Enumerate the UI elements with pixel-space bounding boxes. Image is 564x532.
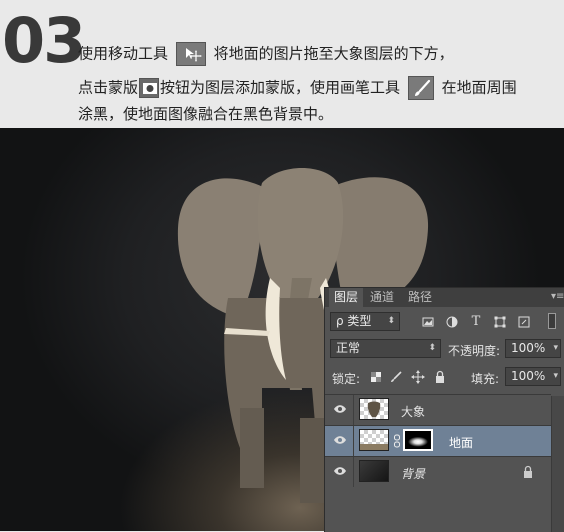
lock-all-icon[interactable] xyxy=(433,370,447,384)
eye-icon xyxy=(334,467,346,475)
updown-arrows-icon: ⬍ xyxy=(387,316,395,326)
instruction-text: 在地面周围 xyxy=(441,78,517,97)
updown-arrows-icon: ⬍ xyxy=(428,343,436,353)
filter-smart-object-icon[interactable] xyxy=(517,315,531,329)
brush-tool-icon xyxy=(407,76,434,100)
visibility-toggle[interactable] xyxy=(325,395,354,425)
filter-pixel-icon[interactable] xyxy=(421,315,435,329)
blend-mode-dropdown[interactable]: 正常 ⬍ xyxy=(330,339,441,358)
opacity-label: 不透明度: xyxy=(448,344,501,358)
eye-icon xyxy=(334,436,346,444)
fill-field[interactable]: 100% ▾ xyxy=(505,367,561,386)
tab-channels[interactable]: 通道 xyxy=(365,288,399,307)
filter-shape-icon[interactable] xyxy=(493,315,507,329)
layer-mask-thumbnail[interactable] xyxy=(403,429,433,451)
layer-thumbnail-background xyxy=(359,460,389,482)
layer-name: 背景 xyxy=(401,467,426,481)
instruction-header: 03 使用移动工具 将地面的图片拖至大象图层的下方， 点击蒙版 按钮为图层添加蒙… xyxy=(0,0,564,128)
layers-scrollbar[interactable] xyxy=(551,396,564,532)
tab-paths[interactable]: 路径 xyxy=(403,288,437,307)
eye-icon xyxy=(334,405,346,413)
filter-kind-label: ρ 类型 xyxy=(336,314,372,328)
filter-toggle-switch[interactable] xyxy=(548,313,556,329)
instruction-text: 按钮为图层添加蒙版，使用画笔工具 xyxy=(160,78,401,97)
layers-panel: 图层 通道 路径 ▾≡ ρ 类型 ⬍ T 正常 ⬍ 不透明度: 100% ▾ 锁… xyxy=(324,287,564,532)
layer-thumbnail-ground xyxy=(359,429,389,451)
chevron-down-icon[interactable]: ▾ xyxy=(553,340,558,357)
layer-row-elephant[interactable]: 大象 xyxy=(325,394,551,425)
layer-name: 地面 xyxy=(449,436,474,450)
blend-mode-label: 正常 xyxy=(336,341,361,355)
instruction-line-1: 使用移动工具 将地面的图片拖至大象图层的下方， xyxy=(78,42,454,66)
step-number: 03 xyxy=(2,4,86,77)
chevron-down-icon[interactable]: ▾ xyxy=(553,368,558,385)
layer-filter-kind-dropdown[interactable]: ρ 类型 ⬍ xyxy=(330,312,400,331)
opacity-value: 100% xyxy=(511,341,546,355)
panel-tab-bar: 图层 通道 路径 ▾≡ xyxy=(325,288,564,307)
panel-menu-icon[interactable]: ▾≡ xyxy=(551,292,564,302)
lock-label: 锁定: xyxy=(332,372,361,386)
opacity-field[interactable]: 100% ▾ xyxy=(505,339,561,358)
layer-thumbnail-elephant xyxy=(359,398,389,420)
filter-type-icon[interactable]: T xyxy=(469,315,483,329)
lock-position-icon[interactable] xyxy=(411,370,425,384)
layer-row-background[interactable]: 背景 xyxy=(325,456,551,487)
instruction-text: 点击蒙版 xyxy=(78,78,139,97)
tab-layers[interactable]: 图层 xyxy=(329,288,364,307)
filter-adjustment-icon[interactable] xyxy=(445,315,459,329)
instruction-text: 将地面的图片拖至大象图层的下方， xyxy=(213,44,454,63)
lock-image-pixels-icon[interactable] xyxy=(389,370,403,384)
fill-label: 填充: xyxy=(471,372,500,386)
visibility-toggle[interactable] xyxy=(325,426,354,456)
move-tool-icon xyxy=(175,42,206,66)
instruction-line-2: 点击蒙版 按钮为图层添加蒙版，使用画笔工具 在地面周围 xyxy=(78,76,517,100)
add-mask-icon xyxy=(139,78,160,98)
layer-row-ground[interactable]: 地面 xyxy=(325,425,551,456)
fill-value: 100% xyxy=(511,369,546,383)
instruction-line-3: 涂黑，使地面图像融合在黑色背景中。 xyxy=(78,105,334,123)
visibility-toggle[interactable] xyxy=(325,457,354,487)
instruction-text: 使用移动工具 xyxy=(78,44,169,63)
layer-name: 大象 xyxy=(401,405,426,419)
mask-link-icon[interactable] xyxy=(393,434,401,448)
lock-transparent-pixels-icon[interactable] xyxy=(369,370,383,384)
lock-icon xyxy=(521,465,535,479)
